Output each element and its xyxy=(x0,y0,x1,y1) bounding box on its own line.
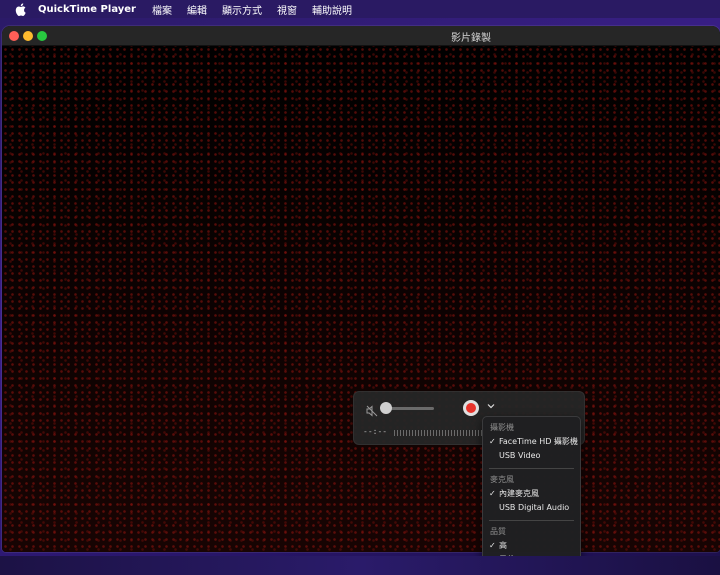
recording-options-menu: 攝影機 ✓ FaceTime HD 攝影機 USB Video 麥克風 ✓ 內建… xyxy=(482,416,581,569)
menu-item-usb-video[interactable]: USB Video xyxy=(483,449,580,463)
title-bar[interactable]: 影片錄製 xyxy=(2,26,720,46)
checkmark-icon: ✓ xyxy=(489,489,496,498)
menu-help[interactable]: 輔助說明 xyxy=(312,2,352,17)
checkmark-icon: ✓ xyxy=(489,437,496,446)
recording-time: --:-- xyxy=(363,427,388,436)
menu-window[interactable]: 視窗 xyxy=(277,2,297,17)
menu-item-quality-high[interactable]: ✓ 高 xyxy=(483,539,580,553)
menu-section-microphone: 麥克風 xyxy=(490,475,514,484)
menu-item-usb-audio[interactable]: USB Digital Audio xyxy=(483,501,580,515)
record-button[interactable] xyxy=(463,400,479,416)
volume-slider-knob[interactable] xyxy=(380,402,392,414)
chevron-down-icon[interactable] xyxy=(485,401,497,413)
menu-edit[interactable]: 編輯 xyxy=(187,2,207,17)
speaker-muted-icon[interactable] xyxy=(366,402,378,417)
menu-item-label: FaceTime HD 攝影機 xyxy=(499,437,578,446)
menu-file[interactable]: 檔案 xyxy=(152,2,172,17)
menu-section-camera: 攝影機 xyxy=(490,423,514,432)
menu-view[interactable]: 顯示方式 xyxy=(222,2,262,17)
menu-item-label: 高 xyxy=(499,541,507,550)
audio-level-meter xyxy=(394,430,484,436)
menu-item-label: USB Video xyxy=(499,451,541,460)
menu-separator xyxy=(489,520,574,521)
menu-bar: QuickTime Player 檔案 編輯 顯示方式 視窗 輔助說明 xyxy=(0,0,720,18)
camera-preview xyxy=(2,46,720,552)
menu-item-label: USB Digital Audio xyxy=(499,503,570,512)
menu-item-label: 內建麥克風 xyxy=(499,489,539,498)
menu-item-builtin-mic[interactable]: ✓ 內建麥克風 xyxy=(483,487,580,501)
menu-separator xyxy=(489,468,574,469)
menu-section-quality: 品質 xyxy=(490,527,506,536)
menu-app-name[interactable]: QuickTime Player xyxy=(38,4,136,15)
checkmark-icon: ✓ xyxy=(489,541,496,550)
movie-recording-window: 影片錄製 xyxy=(2,26,720,552)
window-title: 影片錄製 xyxy=(451,33,491,44)
menu-item-facetime-camera[interactable]: ✓ FaceTime HD 攝影機 xyxy=(483,435,580,449)
apple-icon[interactable] xyxy=(12,1,28,17)
desktop-background xyxy=(0,556,720,575)
